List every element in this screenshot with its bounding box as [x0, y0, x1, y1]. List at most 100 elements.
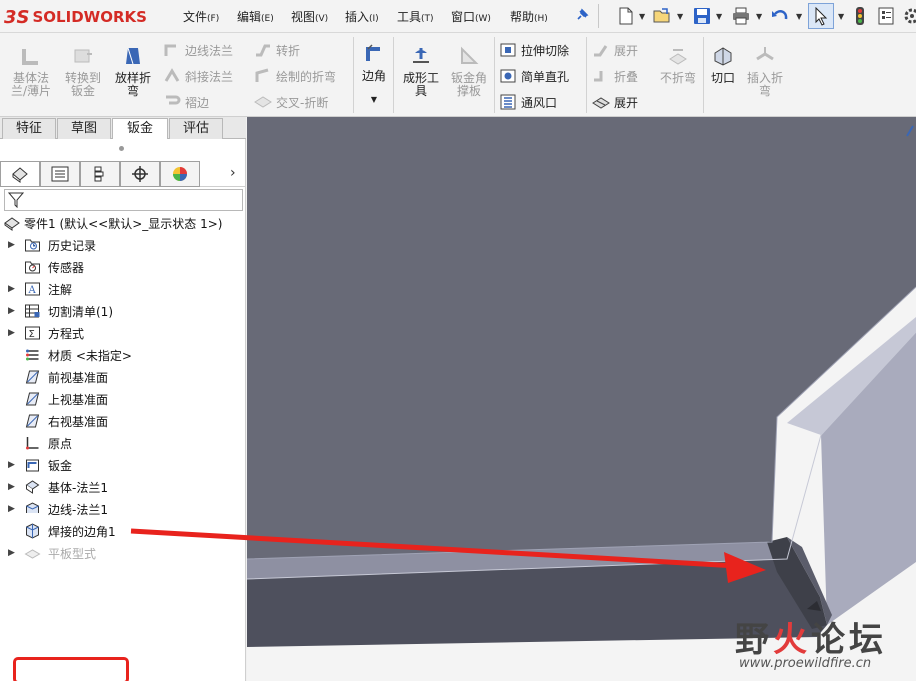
expand-arrow-icon[interactable]: ▶ [8, 328, 15, 338]
chevron-down-icon[interactable]: ▼ [716, 12, 722, 21]
vent-button[interactable]: 通风口 [499, 93, 557, 111]
tree-item[interactable]: ▶ 基体-法兰1 [0, 477, 246, 497]
solidworks-logo[interactable]: 3S SOLIDWORKS [4, 4, 156, 30]
expand-arrow-icon[interactable]: ▶ [8, 548, 15, 558]
chevron-down-icon[interactable]: ▼ [756, 12, 762, 21]
ribbon-separator [393, 37, 394, 113]
tab-dimxpert-manager[interactable] [120, 161, 160, 187]
sheet-metal-gusset-button[interactable]: 钣金角 撑板 [446, 45, 492, 98]
tree-filter-bar[interactable] [4, 189, 243, 211]
extruded-cut-icon [500, 43, 516, 57]
lofted-bend-icon [126, 47, 140, 65]
open-file-icon[interactable] [652, 6, 672, 26]
pin-icon[interactable] [575, 8, 589, 22]
new-file-icon[interactable] [616, 6, 636, 26]
chevron-down-icon[interactable]: ▼ [838, 12, 844, 21]
miter-flange-button[interactable]: 斜接法兰 [163, 67, 233, 85]
menu-tools[interactable]: 工具(T) [397, 8, 434, 25]
traffic-light-icon[interactable] [850, 6, 870, 26]
tree-item[interactable]: 上视基准面 [0, 389, 246, 409]
menu-edit[interactable]: 编辑(E) [237, 8, 274, 25]
rip-button[interactable]: 切口 [706, 45, 740, 85]
tree-item[interactable]: ▶ 历史记录 [0, 235, 246, 255]
solidworks-wordmark: SOLIDWORKS [32, 8, 147, 26]
extruded-cut-button[interactable]: 拉伸切除 [499, 41, 569, 59]
convert-to-sheet-metal-button[interactable]: 转换到 钣金 [60, 45, 106, 98]
expand-arrow-icon[interactable]: ▶ [8, 240, 15, 250]
watermark-url: www.proewildfire.cn [739, 656, 872, 671]
menu-file[interactable]: 文件(F) [183, 8, 219, 25]
fold-button[interactable]: 折叠 [592, 67, 638, 85]
menu-help[interactable]: 帮助(H) [510, 8, 548, 25]
simple-hole-button[interactable]: 简单直孔 [499, 67, 569, 85]
tree-item-label: 边线-法兰1 [48, 502, 108, 517]
tree-item[interactable]: 前视基准面 [0, 367, 246, 387]
lofted-bend-button[interactable]: 放样折 弯 [110, 45, 156, 98]
chevron-down-icon[interactable]: ▼ [639, 12, 645, 21]
tree-item[interactable]: ▶ 平板型式 [0, 543, 246, 563]
graphics-viewport[interactable] [247, 117, 916, 681]
rip-icon [714, 47, 732, 66]
tree-item-label: 右视基准面 [48, 414, 109, 429]
tab-features[interactable]: 特征 [2, 118, 56, 139]
menu-insert[interactable]: 插入(I) [345, 8, 379, 25]
tree-item[interactable]: 右视基准面 [0, 411, 246, 431]
cross-break-button[interactable]: 交叉-折断 [254, 93, 328, 111]
expand-arrow-icon[interactable]: ▶ [8, 284, 15, 294]
annotation-highlight-box [13, 657, 129, 681]
tree-item[interactable]: 原点 [0, 433, 246, 453]
tree-item[interactable]: 材质 <未指定> [0, 345, 246, 365]
forming-tool-button[interactable]: 成形工 具 [398, 45, 444, 98]
jog-button[interactable]: 转折 [254, 41, 300, 59]
chevron-right-icon[interactable]: › [230, 165, 236, 181]
select-button[interactable] [808, 3, 834, 29]
tree-item[interactable]: ▶ Σ 方程式 [0, 323, 246, 343]
expand-arrow-icon[interactable]: ▶ [8, 306, 15, 316]
undo-icon[interactable] [770, 6, 790, 26]
tab-sketch[interactable]: 草图 [57, 118, 111, 139]
tab-configuration-manager[interactable] [80, 161, 120, 187]
tab-sheet-metal[interactable]: 钣金 [112, 118, 168, 140]
expand-arrow-icon[interactable]: ▶ [8, 504, 15, 514]
expand-arrow-icon[interactable]: ▶ [8, 460, 15, 470]
panel-grip[interactable] [119, 146, 124, 151]
tree-item[interactable]: ▶ 切割清单(1) [0, 301, 246, 321]
options-icon[interactable] [876, 6, 896, 26]
tab-property-manager[interactable] [40, 161, 80, 187]
tab-evaluate[interactable]: 评估 [169, 118, 223, 139]
insert-bends-icon [756, 47, 774, 61]
expand-arrow-icon[interactable]: ▶ [8, 482, 15, 492]
flatten-button[interactable]: 展开 [592, 93, 638, 111]
corners-dropdown-arrow[interactable]: ▼ [358, 93, 390, 106]
menu-bar: 3S SOLIDWORKS 文件(F) 编辑(E) 视图(V) 插入(I) 工具… [0, 0, 916, 33]
configuration-manager-icon [94, 166, 104, 182]
tree-item[interactable]: 传感器 [0, 257, 246, 277]
simple-hole-icon [500, 69, 516, 83]
tab-display-manager[interactable] [160, 161, 200, 187]
chevron-down-icon[interactable]: ▼ [796, 12, 802, 21]
tree-item[interactable]: ▶ 边线-法兰1 [0, 499, 246, 519]
unfold-label: 展开 [614, 43, 639, 58]
view-orientation-icon[interactable] [905, 124, 915, 138]
tree-item[interactable]: ▶ 钣金 [0, 455, 246, 475]
unfold-button[interactable]: 展开 [592, 41, 638, 59]
tree-root-part[interactable]: 零件1 (默认<<默认>_显示状态 1>) [0, 213, 246, 233]
corners-button[interactable]: 边角 ▼ [358, 43, 390, 106]
rip-label: 切口 [710, 71, 735, 85]
hem-button[interactable]: 褶边 [163, 93, 209, 111]
save-icon[interactable] [692, 6, 712, 26]
tree-item[interactable]: 焊接的边角1 [0, 521, 246, 541]
tree-item[interactable]: ▶ A 注解 [0, 279, 246, 299]
print-icon[interactable] [731, 6, 751, 26]
edge-flange-button[interactable]: 边线法兰 [163, 41, 233, 59]
tab-feature-manager[interactable] [0, 161, 40, 187]
gear-icon[interactable] [902, 6, 916, 26]
sketched-bend-button[interactable]: 绘制的折弯 [254, 67, 336, 85]
menu-window[interactable]: 窗口(W) [451, 8, 491, 25]
chevron-down-icon[interactable]: ▼ [677, 12, 683, 21]
insert-bends-button[interactable]: 插入折 弯 [742, 45, 788, 98]
base-flange-button[interactable]: 基体法 兰/薄片 [8, 45, 54, 98]
menu-view[interactable]: 视图(V) [291, 8, 328, 25]
tree-item-label: 传感器 [48, 260, 85, 275]
no-bends-button[interactable]: 不折弯 [656, 45, 700, 85]
